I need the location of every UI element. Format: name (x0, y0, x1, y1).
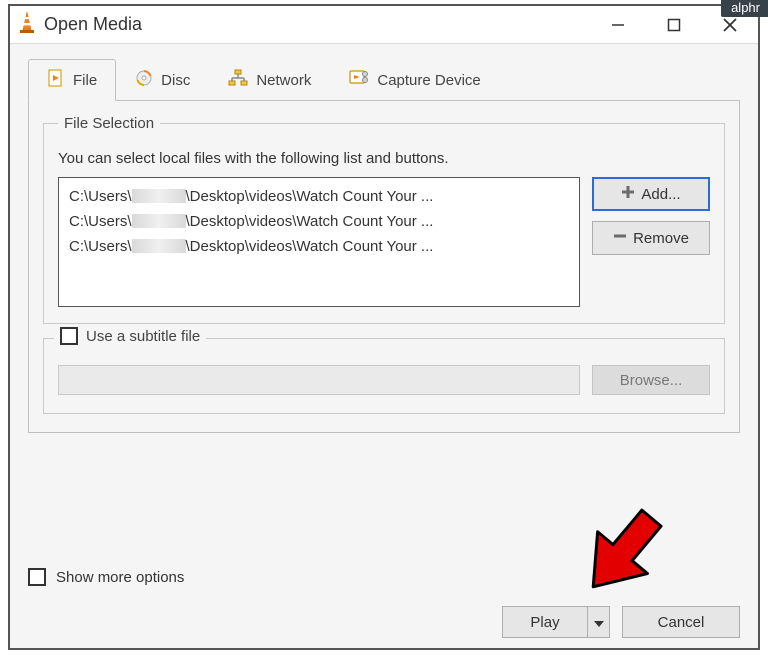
tab-label: Network (256, 72, 311, 89)
vlc-cone-icon (16, 11, 38, 39)
maximize-button[interactable] (646, 6, 702, 44)
plus-icon (621, 185, 635, 203)
tab-network[interactable]: Network (209, 59, 330, 101)
tab-label: File (73, 72, 97, 89)
button-label: Cancel (658, 614, 705, 631)
disc-icon (135, 69, 153, 91)
minus-icon (613, 229, 627, 247)
file-selection-group: File Selection You can select local file… (43, 115, 725, 324)
cancel-button[interactable]: Cancel (622, 606, 740, 638)
tab-file[interactable]: File (28, 59, 116, 101)
file-selection-legend: File Selection (58, 115, 160, 132)
show-more-label: Show more options (56, 569, 184, 586)
play-dropdown-button[interactable] (588, 606, 610, 638)
button-label: Play (530, 614, 559, 631)
remove-button[interactable]: Remove (592, 221, 710, 255)
button-label: Add... (641, 186, 680, 203)
chevron-down-icon (594, 614, 604, 631)
list-item[interactable]: C:\Users\\Desktop\videos\Watch Count You… (67, 184, 571, 209)
open-media-window: Open Media File (8, 4, 760, 650)
tab-disc[interactable]: Disc (116, 59, 209, 101)
tab-panel-file: File Selection You can select local file… (28, 100, 740, 433)
tab-capture-device[interactable]: Capture Device (330, 59, 499, 101)
browse-button: Browse... (592, 365, 710, 395)
redacted-segment (132, 239, 186, 253)
add-button[interactable]: Add... (592, 177, 710, 211)
network-icon (228, 69, 248, 91)
file-selection-desc: You can select local files with the foll… (58, 150, 710, 167)
tab-label: Disc (161, 72, 190, 89)
show-more-checkbox[interactable] (28, 568, 46, 586)
subtitle-checkbox[interactable] (60, 327, 78, 345)
button-label: Remove (633, 230, 689, 247)
list-item[interactable]: C:\Users\\Desktop\videos\Watch Count You… (67, 234, 571, 259)
tab-label: Capture Device (377, 72, 480, 89)
subtitle-label: Use a subtitle file (86, 328, 200, 345)
play-button[interactable]: Play (502, 606, 588, 638)
tab-bar: File Disc (28, 59, 740, 101)
file-icon (47, 69, 65, 91)
capture-device-icon (349, 69, 369, 91)
subtitle-group: Use a subtitle file Browse... (43, 338, 725, 414)
button-label: Browse... (620, 372, 683, 389)
subtitle-path-input (58, 365, 580, 395)
list-item[interactable]: C:\Users\\Desktop\videos\Watch Count You… (67, 209, 571, 234)
titlebar: Open Media (10, 6, 758, 44)
file-list[interactable]: C:\Users\\Desktop\videos\Watch Count You… (58, 177, 580, 307)
minimize-button[interactable] (590, 6, 646, 44)
redacted-segment (132, 189, 186, 203)
redacted-segment (132, 214, 186, 228)
window-title: Open Media (44, 14, 142, 35)
watermark-badge: alphr (721, 0, 768, 17)
